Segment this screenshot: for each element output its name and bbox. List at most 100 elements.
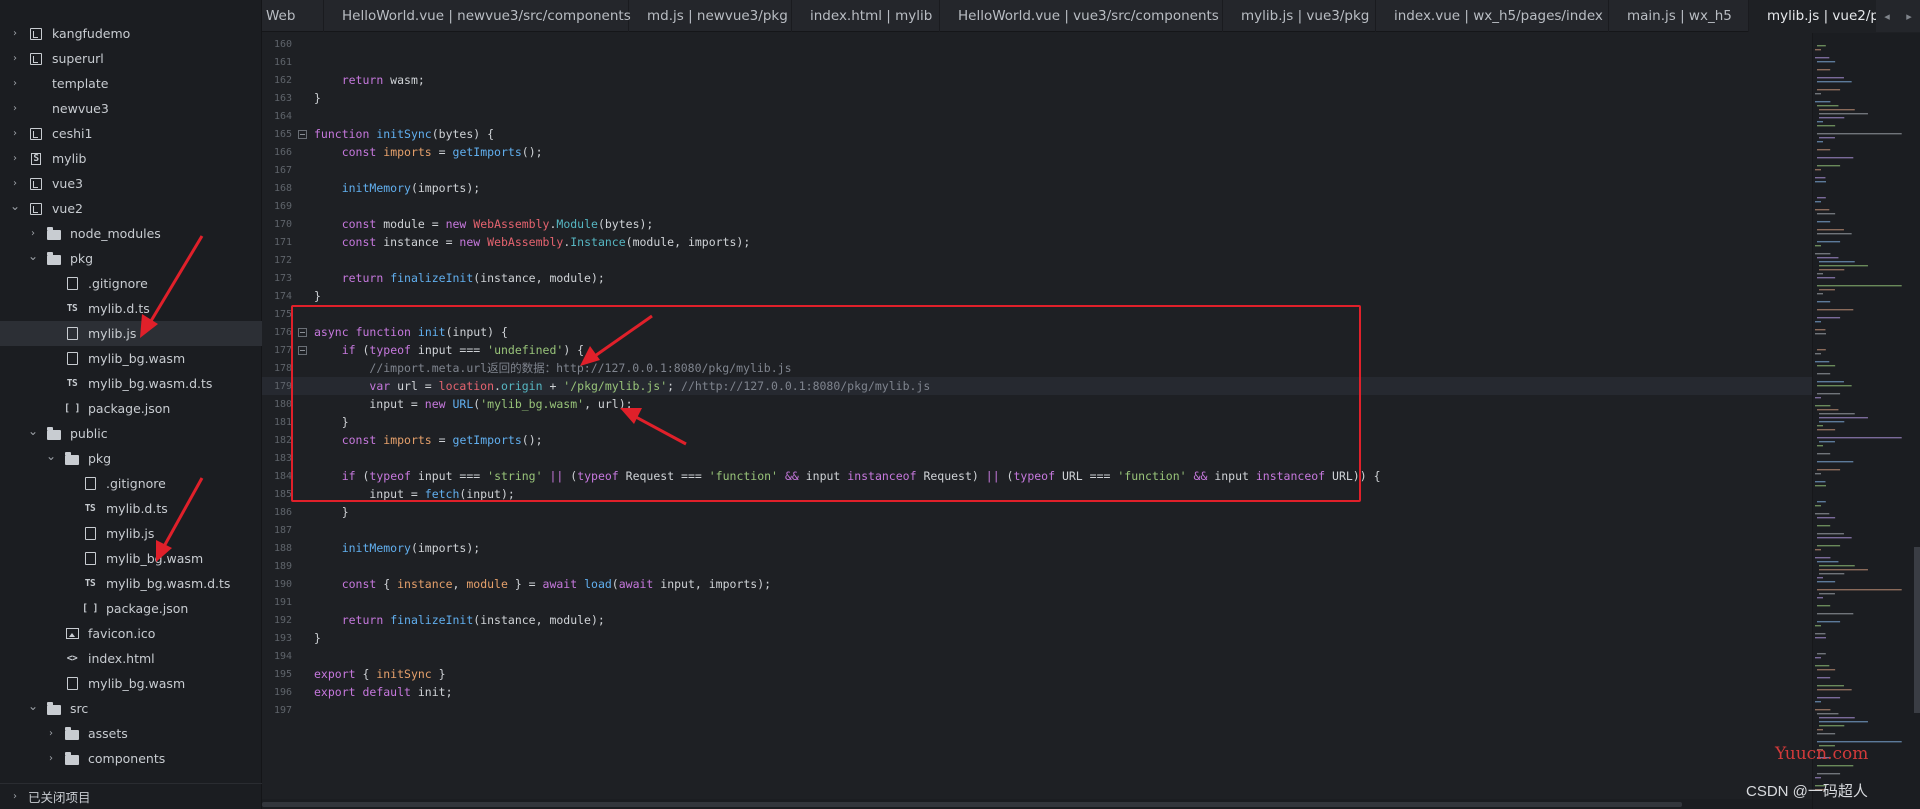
tree-item[interactable]: › kangfudemo xyxy=(0,21,262,46)
tree-item[interactable]: › superurl xyxy=(0,46,262,71)
code-line[interactable]: 161 xyxy=(262,53,1812,71)
code-line[interactable]: 187 xyxy=(262,521,1812,539)
vertical-scrollbar-thumb[interactable] xyxy=(1914,547,1920,713)
code-line[interactable]: 171 const instance = new WebAssembly.Ins… xyxy=(262,233,1812,251)
code-line[interactable]: 191 xyxy=(262,593,1812,611)
editor-tab[interactable]: index.vue | wx_h5/pages/index xyxy=(1376,0,1609,32)
code-line[interactable]: 170 const module = new WebAssembly.Modul… xyxy=(262,215,1812,233)
tree-item[interactable]: ›favicon.ico xyxy=(0,621,262,646)
chevron-right-icon[interactable]: › xyxy=(26,228,40,239)
tree-item[interactable]: › node_modules xyxy=(0,221,262,246)
tree-item[interactable]: › ceshi1 xyxy=(0,121,262,146)
tree-item[interactable]: ⌄ public xyxy=(0,421,262,446)
editor-tab[interactable]: index.html | mylib xyxy=(792,0,940,32)
tree-item[interactable]: ›mylib.js xyxy=(0,521,262,546)
code-line[interactable]: 169 xyxy=(262,197,1812,215)
fold-toggle-icon[interactable] xyxy=(296,129,308,139)
chevron-right-icon[interactable]: › xyxy=(8,178,22,189)
tree-item[interactable]: ›TSmylib.d.ts xyxy=(0,296,262,321)
tree-item[interactable]: ›[ ]package.json xyxy=(0,396,262,421)
tree-item[interactable]: ›mylib_bg.wasm xyxy=(0,346,262,371)
code-line[interactable]: 181 } xyxy=(262,413,1812,431)
code-line[interactable]: 177 if (typeof input === 'undefined') { xyxy=(262,341,1812,359)
chevron-right-icon[interactable]: › xyxy=(8,103,22,114)
code-line[interactable]: 175 xyxy=(262,305,1812,323)
code-line[interactable]: 192 return finalizeInit(instance, module… xyxy=(262,611,1812,629)
chevron-right-icon[interactable]: › xyxy=(8,153,22,164)
code-line[interactable]: 179 var url = location.origin + '/pkg/my… xyxy=(262,377,1812,395)
tree-item[interactable]: ›mylib.js xyxy=(0,321,262,346)
code-line[interactable]: 180 input = new URL('mylib_bg.wasm', url… xyxy=(262,395,1812,413)
code-line[interactable]: 174} xyxy=(262,287,1812,305)
code-line[interactable]: 160 xyxy=(262,35,1812,53)
tree-item[interactable]: › Smylib xyxy=(0,146,262,171)
code-line[interactable]: 193} xyxy=(262,629,1812,647)
chevron-down-icon[interactable]: ⌄ xyxy=(44,449,58,463)
code-editor[interactable]: 160 161 162 return wasm; 163} 164 165 function… xyxy=(262,33,1812,799)
code-line[interactable]: 168 initMemory(imports); xyxy=(262,179,1812,197)
tree-item[interactable]: ›mylib_bg.wasm xyxy=(0,546,262,571)
chevron-right-icon[interactable]: › xyxy=(44,753,58,764)
fold-toggle-icon[interactable] xyxy=(296,345,308,355)
code-line[interactable]: 185 input = fetch(input); xyxy=(262,485,1812,503)
horizontal-scrollbar[interactable] xyxy=(262,799,1812,809)
tree-item[interactable]: ⌄ pkg xyxy=(0,246,262,271)
tab-next-icon[interactable]: ▸ xyxy=(1906,10,1912,23)
code-line[interactable]: 186 } xyxy=(262,503,1812,521)
code-line[interactable]: 172 xyxy=(262,251,1812,269)
tab-prev-icon[interactable]: ◂ xyxy=(1884,10,1890,23)
tree-item[interactable]: ⌄ src xyxy=(0,696,262,721)
code-line[interactable]: 173 return finalizeInit(instance, module… xyxy=(262,269,1812,287)
tree-item[interactable]: ›<>index.html xyxy=(0,646,262,671)
code-line[interactable]: 184 if (typeof input === 'string' || (ty… xyxy=(262,467,1812,485)
tree-item[interactable]: › assets xyxy=(0,721,262,746)
tree-item[interactable]: ⌄ vue2 xyxy=(0,196,262,221)
tree-item[interactable]: ›.gitignore xyxy=(0,271,262,296)
chevron-right-icon[interactable]: › xyxy=(8,128,22,139)
code-line[interactable]: 162 return wasm; xyxy=(262,71,1812,89)
tree-item[interactable]: ›TSmylib_bg.wasm.d.ts xyxy=(0,371,262,396)
code-line[interactable]: 165 function initSync(bytes) { xyxy=(262,125,1812,143)
tree-item[interactable]: ›mylib_bg.wasm xyxy=(0,671,262,696)
editor-tab[interactable]: mylib.js | vue2/pkg xyxy=(1749,0,1895,32)
code-line[interactable]: 197 xyxy=(262,701,1812,719)
code-line[interactable]: 195 export { initSync } xyxy=(262,665,1812,683)
tree-item[interactable]: ›.gitignore xyxy=(0,471,262,496)
chevron-down-icon[interactable]: ⌄ xyxy=(26,249,40,263)
editor-tab[interactable]: mylib.js | vue3/pkg xyxy=(1223,0,1376,32)
code-line[interactable]: 189 xyxy=(262,557,1812,575)
closed-projects-row[interactable]: › 已关闭项目 xyxy=(0,783,262,809)
code-line[interactable]: 166 const imports = getImports(); xyxy=(262,143,1812,161)
chevron-down-icon[interactable]: ⌄ xyxy=(26,424,40,438)
code-line[interactable]: 182 const imports = getImports(); xyxy=(262,431,1812,449)
fold-toggle-icon[interactable] xyxy=(296,327,308,337)
chevron-right-icon[interactable]: › xyxy=(8,53,22,64)
chevron-right-icon[interactable]: › xyxy=(8,28,22,39)
code-line[interactable]: 164 xyxy=(262,107,1812,125)
editor-tab[interactable]: HelloWorld.vue | vue3/src/components xyxy=(940,0,1223,32)
code-line[interactable]: 194 xyxy=(262,647,1812,665)
code-line[interactable]: 190 const { instance, module } = await l… xyxy=(262,575,1812,593)
code-line[interactable]: 167 xyxy=(262,161,1812,179)
editor-tab[interactable]: main.js | wx_h5 xyxy=(1609,0,1749,32)
tree-item[interactable]: ⌄ pkg xyxy=(0,446,262,471)
code-line[interactable]: 178 //import.meta.url返回的数据：http://127.0.… xyxy=(262,359,1812,377)
code-line[interactable]: 183 xyxy=(262,449,1812,467)
horizontal-scrollbar-thumb[interactable] xyxy=(262,802,1682,807)
editor-tab[interactable]: md.js | newvue3/pkg xyxy=(629,0,792,32)
tree-item[interactable]: ›TSmylib.d.ts xyxy=(0,496,262,521)
code-line[interactable]: 196 export default init; xyxy=(262,683,1812,701)
editor-tab[interactable]: HelloWorld.vue | newvue3/src/components xyxy=(324,0,631,32)
chevron-right-icon[interactable]: › xyxy=(8,78,22,89)
tree-item[interactable]: › newvue3 xyxy=(0,96,262,121)
chevron-down-icon[interactable]: ⌄ xyxy=(8,199,22,213)
chevron-down-icon[interactable]: ⌄ xyxy=(26,699,40,713)
tree-item[interactable]: › vue3 xyxy=(0,171,262,196)
tree-item[interactable]: › template xyxy=(0,71,262,96)
tree-item[interactable]: › components xyxy=(0,746,262,771)
code-line[interactable]: 188 initMemory(imports); xyxy=(262,539,1812,557)
editor-tab[interactable]: Web xyxy=(262,0,324,32)
code-line[interactable]: 163} xyxy=(262,89,1812,107)
chevron-right-icon[interactable]: › xyxy=(44,728,58,739)
code-minimap[interactable] xyxy=(1812,33,1920,809)
